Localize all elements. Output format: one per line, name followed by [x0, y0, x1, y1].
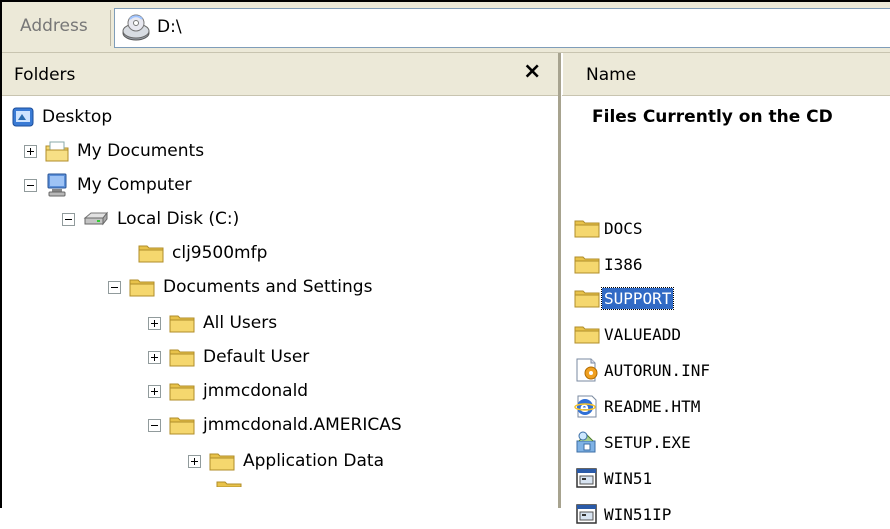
name-column-header[interactable]: Name — [562, 53, 890, 96]
folder-icon — [129, 277, 155, 297]
file-item-i386[interactable]: I386 — [574, 249, 645, 279]
expand-icon[interactable] — [148, 384, 161, 398]
tree-item-label: Default User — [203, 347, 310, 367]
file-name: DOCS — [604, 218, 643, 238]
close-folders-button[interactable]: × — [523, 59, 541, 84]
tree-item-label: Documents and Settings — [163, 277, 373, 297]
folder-icon — [169, 381, 195, 401]
folder-icon — [169, 313, 195, 333]
folder-icon — [574, 218, 600, 238]
file-name: VALUEADD — [604, 324, 682, 344]
folder-icon — [169, 415, 195, 435]
file-name: SETUP.EXE — [604, 432, 691, 452]
tree-item-label: My Documents — [77, 141, 205, 161]
folders-pane: Folders × Desktop My Documents My Comput… — [2, 53, 561, 508]
address-field[interactable]: D:\ — [114, 8, 890, 48]
tree-item-label: jmmcdonald.AMERICAS — [203, 415, 402, 435]
file-item-setup-exe[interactable]: SETUP.EXE — [574, 427, 693, 457]
expand-icon[interactable] — [148, 316, 161, 330]
tree-item-documents-and-settings[interactable]: Documents and Settings — [108, 273, 372, 301]
hard-disk-icon — [83, 209, 109, 229]
tree-item-jmmcdonald-americas[interactable]: jmmcdonald.AMERICAS — [148, 411, 402, 439]
files-caption: Files Currently on the CD — [592, 107, 833, 127]
collapse-icon[interactable] — [148, 418, 161, 432]
window-file-icon — [574, 502, 600, 526]
tree-item-desktop[interactable]: Desktop — [12, 103, 112, 131]
file-name: README.HTM — [604, 396, 701, 416]
files-pane: Name Files Currently on the CD DOCS I386… — [562, 53, 890, 524]
tree-item-label: Desktop — [42, 107, 113, 127]
column-separator — [562, 53, 563, 95]
partial-folder-icon — [216, 479, 242, 487]
tree-item-jmmcdonald[interactable]: jmmcdonald — [148, 377, 308, 405]
file-name: I386 — [604, 254, 643, 274]
tree-item-default-user[interactable]: Default User — [148, 343, 309, 371]
svg-text:e: e — [580, 401, 589, 416]
file-name: AUTORUN.INF — [604, 360, 710, 380]
name-column-label: Name — [586, 65, 637, 85]
tree-item-application-data[interactable]: Application Data — [188, 447, 384, 475]
desktop-icon — [12, 106, 34, 128]
autorun-icon — [574, 358, 600, 382]
folder-icon — [574, 288, 600, 308]
collapse-icon[interactable] — [108, 280, 121, 294]
expand-icon[interactable] — [188, 454, 201, 468]
file-name: WIN51IP — [604, 504, 672, 524]
collapse-icon[interactable] — [24, 178, 37, 192]
collapse-icon[interactable] — [62, 212, 75, 226]
address-label: Address — [20, 16, 88, 36]
address-bar: Address D:\ — [2, 2, 890, 53]
folder-icon — [209, 451, 235, 471]
folder-icon — [574, 324, 600, 344]
file-item-win51ip[interactable]: WIN51IP — [574, 499, 673, 529]
tree-item-label: All Users — [203, 313, 278, 333]
file-item-support[interactable]: SUPPORT — [574, 283, 675, 313]
file-item-docs[interactable]: DOCS — [574, 213, 645, 243]
cd-drive-icon — [121, 14, 151, 42]
tree-item-label: Local Disk (C:) — [117, 209, 240, 229]
tree-item-local-disk[interactable]: Local Disk (C:) — [62, 205, 239, 233]
my-documents-icon — [45, 140, 69, 162]
tree-item-label: My Computer — [77, 175, 192, 195]
tree-item-label: jmmcdonald — [203, 381, 309, 401]
file-item-readme-htm[interactable]: e README.HTM — [574, 391, 702, 421]
my-computer-icon — [45, 173, 69, 197]
folder-icon — [138, 243, 164, 263]
folder-icon — [169, 347, 195, 367]
file-item-valueadd[interactable]: VALUEADD — [574, 319, 683, 349]
folders-title: Folders — [14, 65, 76, 85]
tree-item-label: clj9500mfp — [172, 243, 268, 263]
file-item-win51[interactable]: WIN51 — [574, 463, 654, 493]
folder-tree: Desktop My Documents My Computer Local D… — [2, 97, 558, 508]
address-value: D:\ — [157, 17, 182, 37]
expand-icon[interactable] — [148, 350, 161, 364]
window-file-icon — [574, 466, 600, 490]
folders-header: Folders × — [2, 53, 558, 96]
file-name: WIN51 — [604, 468, 653, 488]
tree-item-all-users[interactable]: All Users — [148, 309, 277, 337]
file-name-selected: SUPPORT — [600, 286, 675, 310]
tree-item-label: Application Data — [243, 451, 384, 471]
file-item-autorun-inf[interactable]: AUTORUN.INF — [574, 355, 712, 385]
expand-icon[interactable] — [24, 144, 37, 158]
tree-item-my-documents[interactable]: My Documents — [24, 137, 204, 165]
setup-icon — [574, 430, 600, 454]
ie-html-icon: e — [574, 394, 600, 418]
address-divider — [110, 10, 111, 46]
tree-item-my-computer[interactable]: My Computer — [24, 171, 192, 199]
tree-item-clj9500mfp[interactable]: clj9500mfp — [138, 239, 267, 267]
folder-icon — [574, 254, 600, 274]
